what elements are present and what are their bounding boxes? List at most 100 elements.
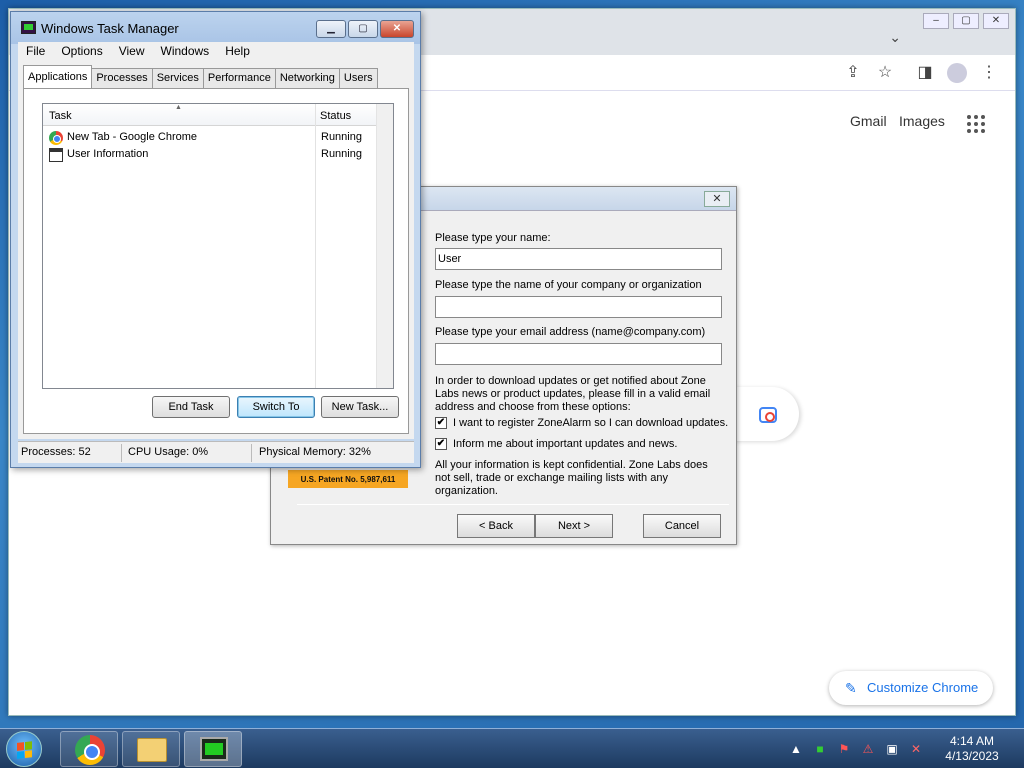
pencil-icon: ✎ [845, 680, 857, 696]
tab-performance[interactable]: Performance [202, 68, 276, 88]
cancel-button[interactable]: Cancel [643, 514, 721, 538]
register-checkbox-row[interactable]: ✔ I want to register ZoneAlarm so I can … [435, 417, 728, 429]
list-header: ▲ Task Status [43, 104, 393, 126]
menu-windows[interactable]: Windows [153, 42, 218, 62]
applications-list[interactable]: ▲ Task Status New Tab - Google Chrome Ru… [42, 103, 394, 389]
gmail-link[interactable]: Gmail [850, 113, 887, 129]
taskbar: ▲ ■ ⚑ ⚠ ▣ ✕ 4:14 AM 4/13/2023 [0, 728, 1024, 768]
column-status[interactable]: Status [320, 110, 351, 122]
dialog-separator [297, 504, 729, 505]
next-button[interactable]: Next > [535, 514, 613, 538]
windows-logo-icon [17, 741, 33, 759]
tm-minimize-button[interactable]: ▁ [316, 20, 346, 38]
google-lens-icon[interactable] [759, 407, 777, 423]
show-hidden-icons-arrow-icon[interactable]: ▲ [788, 741, 804, 757]
tm-maximize-button[interactable]: ▢ [348, 20, 378, 38]
taskbar-taskmgr-button[interactable] [184, 731, 242, 767]
tab-users[interactable]: Users [338, 68, 378, 88]
company-field[interactable] [435, 296, 722, 318]
list-item[interactable]: User Information Running [47, 147, 377, 163]
zonealarm-tray-icon[interactable]: ■ [812, 741, 828, 757]
task-manager-window: Windows Task Manager ▁ ▢ ✕ File Options … [10, 11, 421, 468]
side-panel-icon[interactable]: ◨ [915, 63, 935, 83]
task-manager-body: Applications Processes Services Performa… [18, 62, 414, 439]
task-manager-app-icon [21, 21, 36, 34]
applications-panel: ▲ Task Status New Tab - Google Chrome Ru… [23, 88, 409, 434]
chrome-icon [75, 735, 105, 765]
tm-close-button[interactable]: ✕ [380, 20, 414, 38]
system-clock[interactable]: 4:14 AM 4/13/2023 [940, 734, 1004, 764]
network-icon[interactable]: ▣ [884, 741, 900, 757]
task-manager-menubar: File Options View Windows Help [18, 42, 414, 62]
name-field[interactable] [435, 248, 722, 270]
window-icon [49, 148, 63, 162]
task-manager-titlebar[interactable]: Windows Task Manager ▁ ▢ ✕ [11, 12, 420, 44]
tab-services[interactable]: Services [151, 68, 204, 88]
new-task-button[interactable]: New Task... [321, 396, 399, 418]
clock-date: 4/13/2023 [945, 749, 999, 763]
back-button[interactable]: < Back [457, 514, 535, 538]
google-apps-icon[interactable] [967, 115, 985, 133]
physical-memory: Physical Memory: 32% [259, 446, 371, 458]
inform-checkbox-label: Inform me about important updates and ne… [453, 438, 678, 450]
task-manager-title: Windows Task Manager [41, 21, 179, 36]
volume-muted-icon[interactable]: ✕ [908, 741, 924, 757]
bookmark-star-icon[interactable]: ☆ [875, 63, 895, 83]
dialog-close-button[interactable]: ✕ [704, 191, 730, 207]
chrome-maximize-button[interactable]: ▢ [953, 13, 979, 29]
profile-avatar-icon[interactable] [947, 63, 967, 83]
folder-icon [137, 738, 167, 762]
tab-networking[interactable]: Networking [274, 68, 340, 88]
chrome-menu-icon[interactable]: ⋮ [979, 63, 999, 83]
switch-to-button[interactable]: Switch To [237, 396, 315, 418]
customize-chrome-button[interactable]: ✎ Customize Chrome [829, 671, 993, 705]
tab-applications[interactable]: Applications [23, 65, 93, 88]
register-checkbox-label: I want to register ZoneAlarm so I can do… [453, 417, 729, 429]
name-label: Please type your name: [435, 232, 551, 244]
task-manager-statusbar: Processes: 52 CPU Usage: 0% Physical Mem… [18, 441, 414, 463]
chrome-minimize-button[interactable]: – [923, 13, 949, 29]
taskbar-explorer-button[interactable] [122, 731, 180, 767]
chrome-icon [49, 131, 63, 145]
share-icon[interactable]: ⇪ [843, 63, 863, 83]
task-status: Running [321, 131, 362, 143]
register-checkbox[interactable]: ✔ [435, 417, 447, 429]
customize-chrome-label: Customize Chrome [867, 680, 979, 695]
cpu-usage: CPU Usage: 0% [128, 446, 209, 458]
status-divider [251, 444, 252, 462]
updates-info-text: In order to download updates or get noti… [435, 375, 711, 413]
column-task[interactable]: Task [49, 110, 72, 122]
company-label: Please type the name of your company or … [435, 279, 702, 291]
menu-view[interactable]: View [111, 42, 153, 62]
patent-label: U.S. Patent No. 5,987,611 [288, 470, 408, 488]
privacy-text: All your information is kept confidentia… [435, 459, 708, 497]
task-status: Running [321, 148, 362, 160]
task-name: New Tab - Google Chrome [67, 131, 198, 143]
start-button[interactable] [6, 731, 42, 767]
inform-checkbox-row[interactable]: ✔ Inform me about important updates and … [435, 438, 677, 450]
clock-time: 4:14 AM [949, 734, 995, 748]
status-divider [121, 444, 122, 462]
processes-count: Processes: 52 [21, 446, 91, 458]
email-label: Please type your email address (name@com… [435, 326, 706, 338]
action-center-flag-icon[interactable]: ⚑ [836, 741, 852, 757]
taskbar-chrome-button[interactable] [60, 731, 118, 767]
warning-icon[interactable]: ⚠ [860, 741, 876, 757]
menu-options[interactable]: Options [53, 42, 110, 62]
task-name: User Information [67, 148, 149, 160]
images-link[interactable]: Images [899, 113, 945, 129]
email-field[interactable] [435, 343, 722, 365]
list-scrollbar[interactable] [376, 104, 393, 388]
system-tray: ▲ ■ ⚑ ⚠ ▣ ✕ [788, 741, 924, 757]
tab-processes[interactable]: Processes [91, 68, 153, 88]
inform-checkbox[interactable]: ✔ [435, 438, 447, 450]
sort-ascending-icon: ▲ [175, 104, 182, 111]
end-task-button[interactable]: End Task [152, 396, 230, 418]
tab-search-chevron-icon[interactable]: ⌄ [889, 29, 901, 46]
list-item[interactable]: New Tab - Google Chrome Running [47, 130, 377, 146]
task-manager-tabs: Applications Processes Services Performa… [23, 65, 378, 88]
menu-file[interactable]: File [18, 42, 53, 62]
chrome-close-button[interactable]: ✕ [983, 13, 1009, 29]
menu-help[interactable]: Help [217, 42, 258, 62]
task-manager-icon [200, 737, 228, 761]
